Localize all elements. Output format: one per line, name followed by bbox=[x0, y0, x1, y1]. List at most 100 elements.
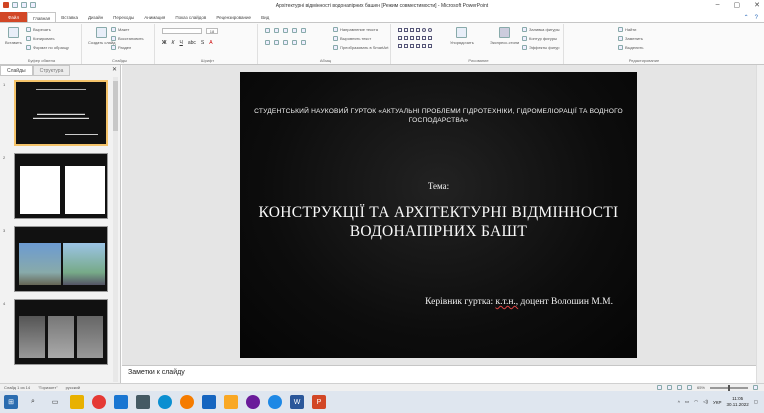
arrow-right-shape-icon[interactable] bbox=[422, 36, 426, 40]
replace-button[interactable]: Заменить bbox=[618, 36, 643, 41]
app-icon[interactable] bbox=[224, 395, 238, 409]
font-color-button[interactable]: A bbox=[209, 40, 212, 46]
decrease-indent-icon[interactable] bbox=[283, 28, 288, 33]
cut-button[interactable]: Вырезать bbox=[26, 27, 51, 32]
strike-button[interactable]: abc bbox=[188, 40, 196, 46]
quick-styles-button[interactable]: Экспресс-стили bbox=[490, 27, 519, 45]
oval-shape-icon[interactable] bbox=[422, 28, 426, 32]
language-indicator[interactable]: русский bbox=[66, 385, 80, 390]
notes-pane[interactable]: Заметки к слайду bbox=[122, 365, 756, 383]
underline-button[interactable]: Ч bbox=[179, 40, 182, 46]
shape-effects-button[interactable]: Эффекты фигур bbox=[522, 45, 559, 50]
star-shape-icon[interactable] bbox=[416, 36, 420, 40]
telegram-icon[interactable] bbox=[268, 395, 282, 409]
editor-scrollbar[interactable] bbox=[756, 65, 764, 383]
find-button[interactable]: Найти bbox=[618, 27, 636, 32]
wifi-icon[interactable]: ◠ bbox=[694, 399, 698, 405]
shadow-button[interactable]: S bbox=[201, 40, 204, 46]
paste-button[interactable]: Вставить bbox=[5, 27, 22, 45]
triangle-shape-icon[interactable] bbox=[398, 36, 402, 40]
callout-shape-icon[interactable] bbox=[428, 36, 432, 40]
section-button[interactable]: Раздел bbox=[111, 45, 131, 50]
store-icon[interactable] bbox=[136, 395, 150, 409]
help-icon[interactable]: ? bbox=[755, 15, 758, 21]
keyboard-language[interactable]: УКР bbox=[713, 400, 721, 405]
bullets-icon[interactable] bbox=[265, 28, 270, 33]
slide-thumbnail-3[interactable] bbox=[14, 226, 108, 292]
arrange-button[interactable]: Упорядочить bbox=[450, 27, 474, 45]
scrollbar-thumb[interactable] bbox=[113, 81, 118, 131]
maximize-button[interactable]: ▢ bbox=[734, 1, 741, 9]
task-view-icon[interactable]: ▭ bbox=[48, 395, 62, 409]
line-spacing-icon[interactable] bbox=[301, 28, 306, 33]
slideshow-view-icon[interactable] bbox=[686, 385, 692, 390]
curve-shape-icon[interactable] bbox=[398, 44, 402, 48]
minimize-ribbon-icon[interactable]: ⌃ bbox=[744, 14, 749, 21]
volume-icon[interactable]: ◁) bbox=[703, 399, 708, 405]
numbering-icon[interactable] bbox=[274, 28, 279, 33]
search-icon[interactable]: ⌕ bbox=[26, 395, 40, 409]
line-shape-icon[interactable] bbox=[404, 28, 408, 32]
flowchart-shape-icon[interactable] bbox=[404, 44, 408, 48]
sorter-view-icon[interactable] bbox=[666, 385, 672, 390]
viber-icon[interactable] bbox=[246, 395, 260, 409]
slide-thumbnail-4[interactable] bbox=[14, 299, 108, 365]
minimize-button[interactable]: – bbox=[716, 1, 720, 9]
text-direction-button[interactable]: Направление текста bbox=[333, 27, 378, 32]
align-right-icon[interactable] bbox=[283, 40, 288, 45]
brace-shape-icon[interactable] bbox=[410, 36, 414, 40]
slide-leader-text[interactable]: Керівник гуртка: к.т.н., доцент Волошин … bbox=[425, 297, 613, 307]
network-icon[interactable]: ▭ bbox=[685, 399, 689, 405]
panel-scrollbar[interactable] bbox=[113, 77, 118, 382]
banner-shape-icon[interactable] bbox=[416, 44, 420, 48]
powerpoint-icon[interactable]: P bbox=[312, 395, 326, 409]
close-panel-icon[interactable]: ✕ bbox=[108, 65, 121, 76]
shapes-gallery[interactable] bbox=[398, 28, 432, 32]
word-icon[interactable]: W bbox=[290, 395, 304, 409]
tab-outline[interactable]: Структура bbox=[32, 65, 71, 76]
shape-outline-button[interactable]: Контур фигуры bbox=[522, 36, 557, 41]
align-center-icon[interactable] bbox=[274, 40, 279, 45]
slide-thumbnail-1[interactable]: ▬▬▬▬▬▬▬▬▬▬▬▬▬▬▬▬▬▬▬▬ ▬▬▬▬▬▬▬▬▬▬▬▬ ▬▬▬▬▬▬▬… bbox=[14, 80, 108, 146]
shape-fill-button[interactable]: Заливка фигуры bbox=[522, 27, 560, 32]
file-explorer-icon[interactable] bbox=[70, 395, 84, 409]
layout-button[interactable]: Макет bbox=[111, 27, 129, 32]
rounded-rect-shape-icon[interactable] bbox=[416, 28, 420, 32]
slide-organization-text[interactable]: СТУДЕНТСЬКИЙ НАУКОВИЙ ГУРТОК «АКТУАЛЬНІ … bbox=[250, 107, 627, 125]
zoom-slider[interactable] bbox=[710, 384, 748, 391]
increase-indent-icon[interactable] bbox=[292, 28, 297, 33]
reset-button[interactable]: Восстановить bbox=[111, 36, 144, 41]
font-family-select[interactable] bbox=[162, 28, 202, 34]
slide-title[interactable]: КОНСТРУКЦІЇ ТА АРХІТЕКТУРНІ ВІДМІННОСТІ … bbox=[250, 203, 627, 241]
zoom-level[interactable]: 65% bbox=[697, 385, 705, 390]
close-button[interactable]: ✕ bbox=[754, 1, 760, 9]
bold-button[interactable]: Ж bbox=[162, 40, 167, 46]
heart-shape-icon[interactable] bbox=[410, 44, 414, 48]
mail-icon[interactable] bbox=[114, 395, 128, 409]
justify-icon[interactable] bbox=[292, 40, 297, 45]
clock[interactable]: 11:05 30.11.2022 bbox=[727, 396, 749, 408]
arrow-shape-icon[interactable] bbox=[410, 28, 414, 32]
circle-shape-icon[interactable] bbox=[428, 28, 432, 32]
select-button[interactable]: Выделить bbox=[618, 45, 643, 50]
tab-slides[interactable]: Слайды bbox=[0, 65, 33, 76]
windows-start-icon[interactable]: ⊞ bbox=[4, 395, 18, 409]
font-size-select[interactable]: 18 bbox=[206, 28, 218, 34]
firefox-icon[interactable] bbox=[180, 395, 194, 409]
italic-button[interactable]: К bbox=[172, 40, 175, 46]
align-text-button[interactable]: Выровнять текст bbox=[333, 36, 371, 41]
align-left-icon[interactable] bbox=[265, 40, 270, 45]
rectangle-shape-icon[interactable] bbox=[398, 28, 402, 32]
columns-icon[interactable] bbox=[301, 40, 306, 45]
copy-button[interactable]: Копировать bbox=[26, 36, 55, 41]
bracket-shape-icon[interactable] bbox=[404, 36, 408, 40]
chevron-up-icon[interactable]: ^ bbox=[678, 400, 680, 405]
reading-view-icon[interactable] bbox=[676, 385, 682, 390]
smartart-button[interactable]: Преобразовать в SmartArt bbox=[333, 45, 389, 50]
edge-icon[interactable] bbox=[158, 395, 172, 409]
cube-shape-icon[interactable] bbox=[422, 44, 426, 48]
more-shapes-icon[interactable] bbox=[428, 44, 432, 48]
slide-thumbnail-2[interactable] bbox=[14, 153, 108, 219]
normal-view-icon[interactable] bbox=[656, 385, 662, 390]
current-slide[interactable]: СТУДЕНТСЬКИЙ НАУКОВИЙ ГУРТОК «АКТУАЛЬНІ … bbox=[240, 72, 637, 358]
